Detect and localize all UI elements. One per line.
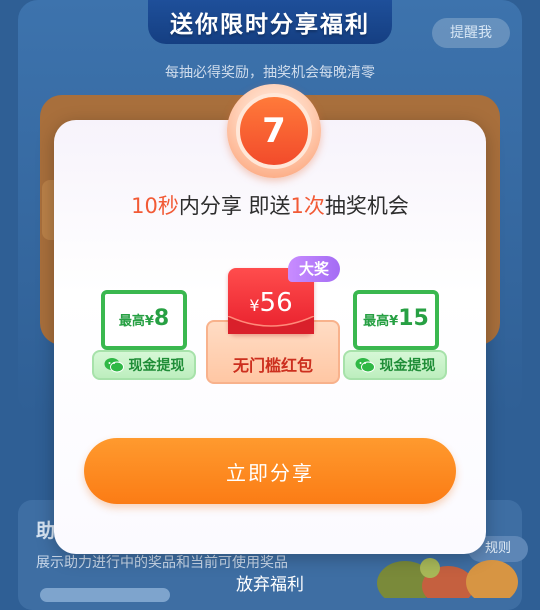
reward-value: 8 xyxy=(153,306,170,331)
grand-prize-badge: 大奖 xyxy=(288,256,340,282)
assist-section-heading: 助 xyxy=(36,520,56,542)
reward-prefix: 最高 xyxy=(118,314,145,329)
red-packet-flap xyxy=(228,316,314,334)
countdown-number: 7 xyxy=(262,111,286,151)
wechat-icon xyxy=(104,358,124,373)
share-headline: 10秒内分享 即送1次抽奖机会 xyxy=(0,190,540,220)
page-subtitle: 每抽必得奖励，抽奖机会每晚清零 xyxy=(165,65,375,81)
currency-symbol: ¥ xyxy=(144,314,154,329)
countdown-core: 7 xyxy=(236,93,312,169)
reward-value: 56 xyxy=(259,288,293,318)
cash-withdraw-tag-left: 现金提现 xyxy=(92,350,196,380)
countdown-timer: 7 xyxy=(227,84,321,178)
cash-reward-amount: 最高¥8 xyxy=(105,306,183,331)
page-title: 送你限时分享福利 xyxy=(170,12,370,38)
currency-symbol: ¥ xyxy=(249,296,260,315)
headline-count: 1次 xyxy=(290,194,325,218)
headline-text: 内分享 即送 xyxy=(178,194,291,218)
remind-me-button[interactable]: 提醒我 xyxy=(432,18,510,48)
cash-reward-left: 最高¥8 xyxy=(101,290,187,350)
assist-section-description: 展示助力进行中的奖品和当前可使用奖品 xyxy=(36,555,288,571)
cash-withdraw-label: 现金提现 xyxy=(379,358,436,374)
cash-withdraw-tag-right: 现金提现 xyxy=(343,350,447,380)
reward-prefix: 最高 xyxy=(363,314,390,329)
reward-value: 15 xyxy=(398,306,429,331)
headline-suffix: 抽奖机会 xyxy=(324,194,409,218)
headline-seconds: 10秒 xyxy=(131,194,179,218)
wechat-icon xyxy=(355,358,375,373)
page-title-banner: 送你限时分享福利 xyxy=(148,0,392,44)
share-now-button[interactable]: 立即分享 xyxy=(84,438,456,504)
cash-reward-right: 最高¥15 xyxy=(353,290,439,350)
abandon-reward-link[interactable]: 放弃福利 xyxy=(0,570,540,595)
red-packet-amount: ¥56 xyxy=(228,288,314,318)
currency-symbol: ¥ xyxy=(389,314,399,329)
grand-prize-label: 无门槛红包 xyxy=(232,356,313,375)
cash-reward-amount: 最高¥15 xyxy=(357,306,435,331)
cash-withdraw-label: 现金提现 xyxy=(128,358,185,374)
